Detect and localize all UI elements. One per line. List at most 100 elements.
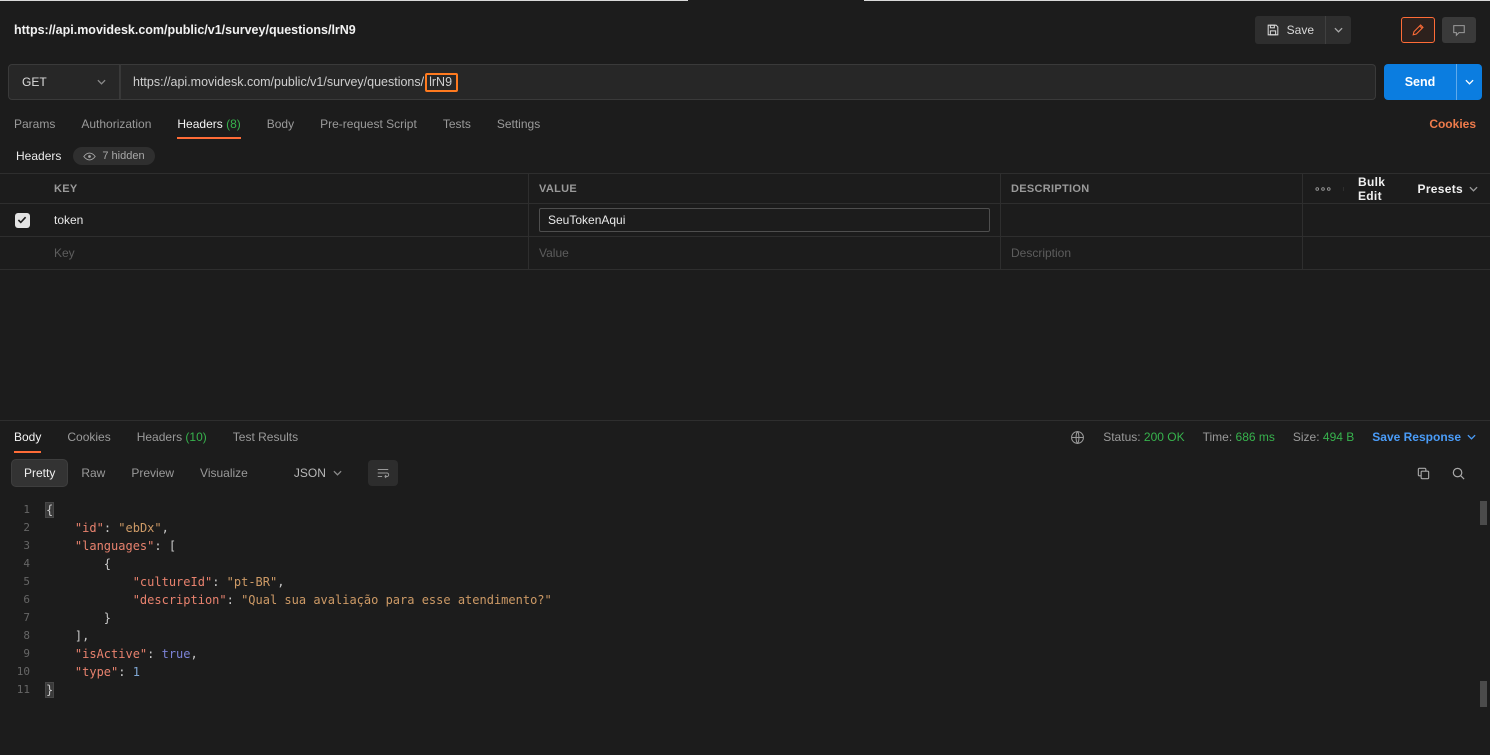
format-select[interactable]: JSON — [286, 460, 350, 486]
response-tabs-row: Body Cookies Headers (10) Test Results Stat… — [0, 421, 1490, 453]
time-badge: Time: 686 ms — [1202, 430, 1275, 444]
view-tab-pretty[interactable]: Pretty — [12, 460, 68, 486]
view-tab-raw[interactable]: Raw — [69, 460, 117, 486]
tab-body[interactable]: Body — [267, 109, 294, 139]
header-value-input[interactable]: SeuTokenAqui — [539, 208, 990, 232]
copy-button[interactable] — [1414, 464, 1433, 483]
check-icon — [17, 216, 27, 224]
header-value-cell: SeuTokenAqui — [528, 204, 1000, 236]
edit-button[interactable] — [1401, 16, 1435, 43]
tab-headers[interactable]: Headers (10) — [137, 421, 207, 453]
url-highlight-annotation: lrN9 — [425, 72, 459, 92]
row-checkbox-cell — [0, 204, 44, 236]
chevron-down-icon — [1467, 434, 1476, 440]
headers-subrow: Headers 7 hidden — [0, 139, 1490, 173]
wrap-text-button[interactable] — [367, 460, 398, 486]
new-key-input[interactable]: Key — [44, 237, 528, 269]
url-text: https://api.movidesk.com/public/v1/surve… — [133, 75, 425, 89]
hidden-headers-badge[interactable]: 7 hidden — [73, 147, 155, 165]
tab-test-results[interactable]: Test Results — [233, 421, 298, 453]
save-response-button[interactable]: Save Response — [1372, 430, 1476, 444]
code-line: 10 "type": 1 — [0, 663, 1490, 681]
tab-cookies[interactable]: Cookies — [67, 421, 110, 453]
request-title: https://api.movidesk.com/public/v1/surve… — [14, 22, 356, 37]
line-number: 1 — [23, 503, 30, 516]
new-description-input[interactable]: Description — [1000, 237, 1302, 269]
save-button[interactable]: Save — [1254, 15, 1325, 44]
save-dropdown-button[interactable] — [1325, 15, 1351, 44]
code-line: 9 "isActive": true, — [0, 645, 1490, 663]
view-tabs: Pretty Raw Preview Visualize — [12, 460, 260, 486]
view-tab-preview[interactable]: Preview — [119, 460, 186, 486]
code-line: 11} — [0, 681, 1490, 699]
tab-body[interactable]: Body — [14, 421, 42, 453]
headers-section-title: Headers — [16, 149, 62, 163]
save-response-label: Save Response — [1372, 430, 1461, 444]
line-number: 10 — [16, 665, 30, 678]
header-description-cell[interactable] — [1000, 204, 1302, 236]
header-key-cell[interactable]: token — [44, 204, 528, 236]
line-number: 3 — [23, 539, 30, 552]
tab-params[interactable]: Params — [14, 109, 55, 139]
head-checkbox-cell — [0, 174, 44, 203]
scrollbar-thumb[interactable] — [1480, 681, 1487, 707]
response-toolbar: Pretty Raw Preview Visualize JSON — [0, 453, 1490, 493]
method-select[interactable]: GET — [8, 64, 120, 100]
row-checkbox-cell — [0, 237, 44, 269]
network-icon[interactable] — [1070, 430, 1085, 445]
row-actions-cell — [1302, 237, 1490, 269]
view-tab-visualize[interactable]: Visualize — [188, 460, 260, 486]
response-meta: Status: 200 OK Time: 686 ms Size: 494 B … — [1070, 421, 1476, 453]
tab-pre-request-script[interactable]: Pre-request Script — [320, 109, 417, 139]
save-button-group: Save — [1254, 15, 1351, 44]
scrollbar-thumb[interactable] — [1480, 501, 1487, 525]
chevron-down-icon — [1334, 27, 1343, 33]
chevron-down-icon — [1469, 186, 1478, 192]
cookies-link[interactable]: Cookies — [1429, 117, 1476, 131]
column-header-description: DESCRIPTION — [1000, 174, 1302, 203]
save-icon — [1266, 23, 1280, 37]
tab-tests[interactable]: Tests — [443, 109, 471, 139]
line-number: 11 — [16, 683, 30, 696]
line-number: 5 — [23, 575, 30, 588]
chevron-down-icon — [97, 79, 106, 85]
code-line: 1{ — [0, 501, 1490, 519]
scrollbar — [1479, 499, 1487, 749]
tab-headers[interactable]: Headers (8) — [177, 109, 242, 139]
comment-icon — [1452, 23, 1466, 37]
header-row-checkbox[interactable] — [14, 212, 30, 228]
code-line: 8 ], — [0, 627, 1490, 645]
code-lines: 1{2 "id": "ebDx", 3 "languages": [4 {5 "c… — [0, 501, 1490, 699]
request-tabs-row: Params Authorization Headers (8) Body Pre-re… — [0, 109, 1490, 139]
search-button[interactable] — [1449, 464, 1468, 483]
header-row-token: token SeuTokenAqui — [0, 204, 1490, 237]
more-options-icon[interactable] — [1315, 186, 1344, 191]
code-line: 5 "cultureId": "pt-BR", — [0, 573, 1490, 591]
comments-button[interactable] — [1442, 16, 1476, 43]
headers-table-actions: Bulk Edit Presets — [1302, 174, 1490, 203]
url-input[interactable]: https://api.movidesk.com/public/v1/surve… — [120, 64, 1376, 100]
request-topbar: https://api.movidesk.com/public/v1/surve… — [0, 2, 1490, 57]
line-number: 9 — [23, 647, 30, 660]
response-panel: Body Cookies Headers (10) Test Results Stat… — [0, 420, 1490, 755]
send-button[interactable]: Send — [1384, 64, 1456, 100]
send-button-group: Send — [1384, 64, 1482, 100]
tab-settings[interactable]: Settings — [497, 109, 540, 139]
postman-app: https://api.movidesk.com/public/v1/surve… — [0, 0, 1490, 755]
request-builder: GET https://api.movidesk.com/public/v1/s… — [0, 57, 1490, 109]
pencil-icon — [1411, 23, 1425, 37]
topbar-icon-actions — [1401, 16, 1476, 43]
topbar-actions: Save — [1254, 15, 1476, 44]
line-number: 8 — [23, 629, 30, 642]
presets-button[interactable]: Presets — [1418, 182, 1478, 196]
tab-authorization[interactable]: Authorization — [81, 109, 151, 139]
new-value-input[interactable]: Value — [528, 237, 1000, 269]
response-tabs: Body Cookies Headers (10) Test Results — [14, 421, 298, 453]
row-actions-cell — [1302, 204, 1490, 236]
search-icon — [1451, 466, 1466, 481]
code-line: 3 "languages": [ — [0, 537, 1490, 555]
line-number: 4 — [23, 557, 30, 570]
bulk-edit-button[interactable]: Bulk Edit — [1358, 175, 1404, 203]
send-dropdown-button[interactable] — [1456, 64, 1482, 100]
code-line: 2 "id": "ebDx", — [0, 519, 1490, 537]
